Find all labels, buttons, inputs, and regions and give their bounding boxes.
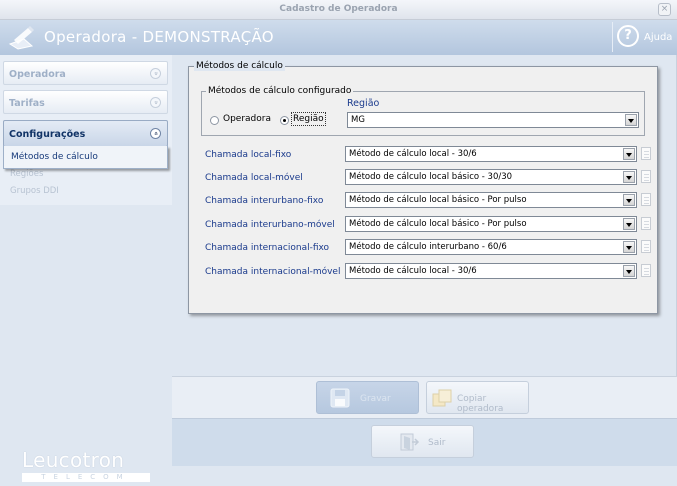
- document-icon[interactable]: [641, 170, 651, 183]
- radio-regiao-label[interactable]: Região: [291, 112, 326, 126]
- row-label-local-movel: Chamada local-móvel: [205, 173, 303, 183]
- sidebar-item-regioes[interactable]: Regiões: [10, 169, 43, 179]
- row-label-internacional-fixo: Chamada internacional-fixo: [205, 243, 330, 253]
- help-icon: ?: [617, 25, 639, 47]
- brand-logo: Leucotron TELECOM: [22, 448, 152, 482]
- main-panel: Métodos de cálculo Métodos de cálculo co…: [172, 55, 677, 376]
- action-bar: Gravar Copiar operadora: [172, 376, 677, 418]
- document-icon[interactable]: [641, 193, 651, 206]
- regiao-label: Região: [347, 98, 380, 109]
- exit-bar: Sair: [172, 418, 677, 466]
- select-value: Método de cálculo local básico - Por pul…: [349, 219, 527, 229]
- regiao-select[interactable]: MG: [347, 112, 639, 128]
- window-title: Cadastro de Operadora: [279, 4, 398, 14]
- select-internacional-fixo[interactable]: Método de cálculo interurbano - 60/6: [345, 239, 637, 255]
- save-button[interactable]: Gravar: [316, 381, 419, 414]
- brand-name: Leucotron: [22, 448, 125, 472]
- radio-operadora[interactable]: [210, 116, 219, 125]
- save-button-label: Gravar: [360, 394, 391, 404]
- sidebar-section-tarifas[interactable]: Tarifas »: [3, 90, 168, 114]
- sidebar-section-operadora[interactable]: Operadora »: [3, 61, 168, 85]
- chevron-down-icon[interactable]: [623, 241, 635, 253]
- exit-door-icon: [400, 433, 420, 451]
- chevron-down-icon[interactable]: [623, 265, 635, 277]
- help-label: Ajuda: [644, 32, 673, 43]
- app-header: Operadora - DEMONSTRAÇÃO ? Ajuda: [0, 20, 677, 55]
- select-local-fixo[interactable]: Método de cálculo local - 30/6: [345, 146, 637, 162]
- sidebar-section-label: Operadora: [9, 69, 66, 80]
- copy-operadora-button[interactable]: Copiar operadora: [426, 381, 529, 414]
- chevron-down-icon[interactable]: »: [150, 68, 161, 79]
- exit-button[interactable]: Sair: [371, 425, 474, 458]
- sidebar-item-grupos-ddi[interactable]: Grupos DDI: [10, 186, 59, 196]
- select-internacional-movel[interactable]: Método de cálculo local - 30/6: [345, 263, 637, 279]
- select-value: Método de cálculo local - 30/6: [349, 266, 477, 276]
- help-button[interactable]: ? Ajuda: [612, 22, 673, 52]
- close-icon[interactable]: ×: [658, 3, 671, 16]
- floppy-disk-icon: [330, 388, 350, 408]
- row-label-internacional-movel: Chamada internacional-móvel: [205, 267, 341, 277]
- document-icon[interactable]: [641, 147, 651, 160]
- pencil-edit-icon: [8, 26, 34, 50]
- chevron-up-icon[interactable]: «: [150, 128, 161, 139]
- window-titlebar: Cadastro de Operadora ×: [0, 0, 677, 20]
- select-interurbano-fixo[interactable]: Método de cálculo local básico - Por pul…: [345, 192, 637, 208]
- regiao-select-value: MG: [351, 115, 365, 125]
- copy-icon: [432, 389, 452, 407]
- document-icon[interactable]: [641, 217, 651, 230]
- row-label-interurbano-fixo: Chamada interurbano-fixo: [205, 196, 324, 206]
- select-value: Método de cálculo interurbano - 60/6: [349, 242, 507, 252]
- row-label-interurbano-movel: Chamada interurbano-móvel: [205, 220, 335, 230]
- config-group: Métodos de cálculo configurado Operadora…: [201, 86, 645, 136]
- radio-regiao[interactable]: [280, 116, 289, 125]
- chevron-down-icon[interactable]: [625, 114, 637, 126]
- document-icon[interactable]: [641, 240, 651, 253]
- copy-operadora-label: Copiar operadora: [457, 394, 504, 414]
- sidebar-section-label: Configurações: [9, 129, 86, 140]
- chevron-down-icon[interactable]: [623, 148, 635, 160]
- chevron-down-icon[interactable]: [623, 218, 635, 230]
- select-interurbano-movel[interactable]: Método de cálculo local básico - Por pul…: [345, 216, 637, 232]
- page-title: Operadora - DEMONSTRAÇÃO: [44, 28, 274, 46]
- select-value: Método de cálculo local básico - 30/30: [349, 172, 513, 182]
- sidebar-section-configuracoes[interactable]: Configurações «: [3, 120, 168, 147]
- select-value: Método de cálculo local básico - Por pul…: [349, 195, 527, 205]
- chevron-down-icon[interactable]: [623, 194, 635, 206]
- chevron-down-icon[interactable]: »: [150, 97, 161, 108]
- config-group-title: Métodos de cálculo configurado: [206, 86, 354, 96]
- metodos-group: Métodos de cálculo Métodos de cálculo co…: [188, 61, 658, 314]
- select-local-movel[interactable]: Método de cálculo local básico - 30/30: [345, 169, 637, 185]
- select-value: Método de cálculo local - 30/6: [349, 149, 477, 159]
- row-label-local-fixo: Chamada local-fixo: [205, 150, 292, 160]
- chevron-down-icon[interactable]: [623, 171, 635, 183]
- document-icon[interactable]: [641, 264, 651, 277]
- sidebar-item-label: Métodos de cálculo: [11, 152, 98, 162]
- sidebar-section-label: Tarifas: [9, 98, 45, 109]
- exit-button-label: Sair: [428, 438, 446, 448]
- sidebar: Operadora » Tarifas » Regiões Grupos DDI…: [0, 55, 172, 486]
- sidebar-item-metodos-de-calculo[interactable]: Métodos de cálculo: [3, 146, 168, 169]
- radio-operadora-label[interactable]: Operadora: [223, 114, 271, 124]
- metodos-group-title: Métodos de cálculo: [194, 61, 285, 71]
- bottom-strip: [172, 466, 677, 486]
- brand-sub: TELECOM: [22, 473, 150, 482]
